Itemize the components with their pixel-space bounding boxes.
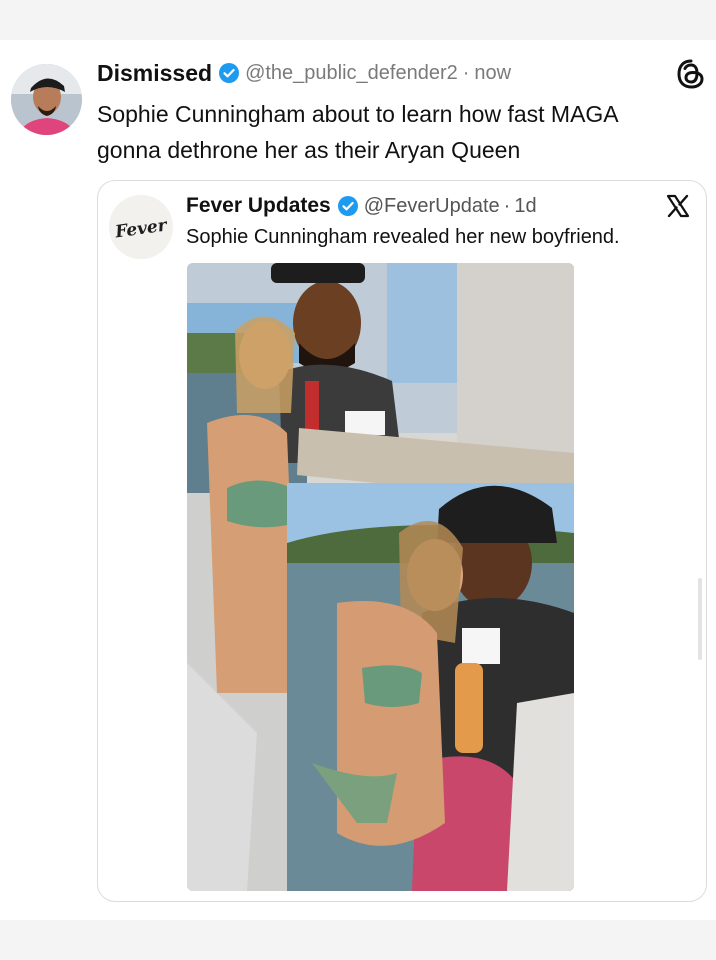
x-logo-icon[interactable]: [665, 193, 691, 219]
quoted-post[interactable]: Fever Fever Updates @FeverUpdate · 1d So…: [97, 180, 707, 902]
post-text: Sophie Cunningham about to learn how fas…: [97, 101, 618, 163]
quote-author-name[interactable]: Fever Updates: [186, 194, 331, 218]
quote-text: Sophie Cunningham revealed her new boyfr…: [186, 226, 620, 248]
quote-time: 1d: [514, 194, 537, 217]
quote-avatar[interactable]: Fever: [109, 195, 173, 259]
scrollbar[interactable]: [698, 578, 702, 660]
quote-header-separator: ·: [503, 194, 511, 217]
quote-verified-badge-icon: [337, 196, 358, 216]
quote-author-handle[interactable]: @FeverUpdate: [364, 195, 500, 218]
threads-icon[interactable]: [675, 58, 707, 90]
bottom-band: [0, 920, 716, 960]
post-header: Dismissed @the_public_defender2 · now: [97, 58, 511, 88]
verified-badge-icon: [219, 63, 240, 83]
author-handle[interactable]: @the_public_defender2: [245, 62, 458, 85]
header-separator: ·: [462, 61, 470, 84]
quote-photo[interactable]: [187, 263, 574, 891]
author-avatar[interactable]: [11, 64, 82, 135]
post-time: now: [474, 61, 512, 84]
quote-header: Fever Updates @FeverUpdate · 1d: [186, 191, 537, 221]
top-band: [0, 0, 716, 40]
author-name[interactable]: Dismissed: [97, 60, 212, 87]
